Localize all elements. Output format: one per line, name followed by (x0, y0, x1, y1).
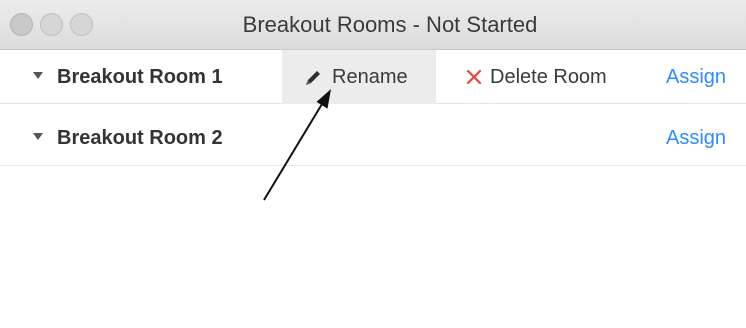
empty-room-list-area (0, 166, 746, 328)
rename-button[interactable]: Rename (282, 50, 436, 104)
assign-link[interactable]: Assign (666, 50, 726, 104)
title-bar[interactable]: Breakout Rooms - Not Started (0, 0, 746, 50)
rename-label: Rename (332, 66, 408, 88)
breakout-rooms-window: Breakout Rooms - Not Started Breakout Ro… (0, 0, 746, 328)
room-name: Breakout Room 1 (57, 66, 223, 88)
caret-down-icon[interactable] (33, 72, 43, 79)
assign-link[interactable]: Assign (666, 110, 726, 166)
delete-room-label: Delete Room (490, 66, 607, 88)
caret-down-icon[interactable] (33, 133, 43, 140)
window-title: Breakout Rooms - Not Started (242, 12, 538, 37)
close-x-icon (466, 69, 482, 85)
room-name: Breakout Room 2 (57, 127, 223, 149)
pencil-icon (306, 71, 320, 85)
breakout-room-row[interactable]: Breakout Room 1 Rename Delete Room Assig… (0, 50, 746, 104)
breakout-room-row[interactable]: Breakout Room 2 Assign (0, 110, 746, 166)
delete-room-button[interactable]: Delete Room (462, 50, 632, 104)
